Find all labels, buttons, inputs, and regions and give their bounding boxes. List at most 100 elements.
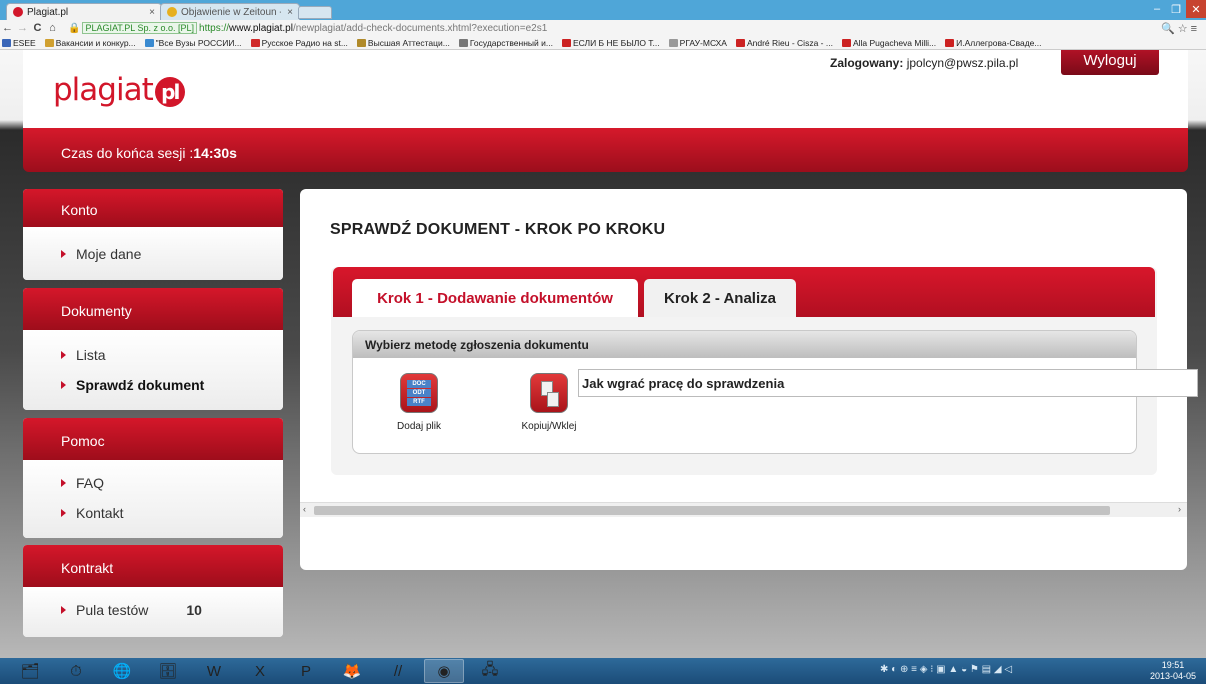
ev-certificate-badge: PLAGIAT.PL Sp. z o.o. [PL]: [82, 22, 198, 34]
bookmark-label: Вакансии и конкур...: [55, 37, 136, 48]
sidebar-item-faq[interactable]: FAQ: [23, 468, 283, 498]
scroll-right-arrow-icon[interactable]: ›: [1178, 504, 1181, 514]
tab-close-icon[interactable]: ×: [143, 7, 155, 18]
sidebar-panel-kontrakt: Kontrakt Pula testów 10: [23, 545, 283, 637]
browser-tab-plagiat[interactable]: Plagiat.pl ×: [6, 3, 162, 20]
new-tab-button[interactable]: [298, 6, 332, 19]
bookmark-item[interactable]: И.Аллегрова-Сваде...: [945, 38, 1042, 48]
taskbar-app-icon[interactable]: 🌐: [102, 659, 142, 683]
taskbar-app-icon[interactable]: //: [378, 659, 418, 683]
method-label: Dodaj plik: [397, 421, 441, 432]
bookmark-item[interactable]: Вакансии и конкур...: [44, 37, 136, 48]
url-path: /newplagiat/add-check-documents.xhtml?ex…: [292, 22, 548, 34]
login-label: Zalogowany:: [830, 56, 904, 70]
bookmark-item[interactable]: "Все Вузы РОССИИ...: [144, 38, 242, 48]
logo-text: plagiat: [53, 72, 154, 108]
login-user: jpolcyn@pwsz.pila.pl: [906, 56, 1019, 70]
bookmark-favicon-icon: [2, 38, 11, 47]
panel-title-kontrakt: Kontrakt: [23, 545, 283, 587]
taskbar-app-icon[interactable]: ⏱: [56, 659, 96, 683]
taskbar-app-icon[interactable]: 🗄: [148, 659, 188, 683]
bookmark-favicon-icon: [250, 38, 260, 47]
arrow-right-icon: [61, 351, 66, 359]
scroll-left-arrow-icon[interactable]: ‹: [303, 504, 306, 514]
sidebar-item-label: Sprawdź dokument: [76, 377, 205, 393]
sidebar-item-kontakt[interactable]: Kontakt: [23, 498, 283, 528]
bookmark-item[interactable]: ЕСЛИ Б НЕ БЫЛО Т...: [561, 37, 660, 48]
plagiat-logo[interactable]: plagiat pl: [53, 72, 185, 108]
sidebar-item-pula-testow[interactable]: Pula testów 10: [23, 595, 283, 625]
tab-krok-1[interactable]: Krok 1 - Dodawanie dokumentów: [352, 279, 638, 317]
logo-badge: pl: [154, 76, 185, 107]
system-tray[interactable]: ✱ ◐ ⊕ ≡ ◈ ⁝ ▣ ▲ ◒ ⚑ ▤ ◢ ◁: [880, 664, 1012, 675]
taskbar-app-icon[interactable]: X: [240, 659, 280, 683]
sidebar-panel-pomoc: Pomoc FAQ Kontakt: [23, 418, 283, 538]
scrollbar-thumb[interactable]: [314, 506, 1110, 515]
arrow-right-icon: [61, 606, 66, 614]
url-field[interactable]: 🔒 PLAGIAT.PL Sp. z o.o. [PL] https:// ww…: [68, 22, 547, 34]
minimize-button[interactable]: –: [1146, 0, 1168, 18]
taskbar-app-icon[interactable]: ◉: [424, 659, 464, 683]
login-info: Zalogowany: jpolcyn@pwsz.pila.pl: [830, 56, 1018, 70]
back-button[interactable]: ←: [0, 22, 15, 34]
browser-tab-strip: Plagiat.pl × Objawienie w Zeitoun - St ×…: [0, 0, 1206, 20]
sidebar-item-moje-dane[interactable]: Moje dane: [23, 239, 283, 269]
bookmark-item[interactable]: Высшая Аттестаци...: [356, 38, 450, 48]
reload-button[interactable]: C: [30, 22, 45, 34]
add-file-button[interactable]: DOC ODT RTF Dodaj plik: [379, 373, 459, 432]
bookmark-item[interactable]: ESEE: [2, 38, 36, 48]
bookmark-item[interactable]: РГАУ-МСХА: [668, 37, 727, 48]
bookmark-favicon-icon: [561, 38, 571, 47]
tab-close-icon[interactable]: ×: [281, 7, 293, 18]
logout-button[interactable]: Wyloguj: [1061, 50, 1159, 75]
sidebar-item-label: Kontakt: [76, 505, 124, 521]
method-label: Kopiuj/Wklej: [521, 421, 577, 432]
arrow-right-icon: [61, 250, 66, 258]
bookmark-label: ЕСЛИ Б НЕ БЫЛО Т...: [572, 37, 660, 48]
clock-date: 2013-04-05: [1150, 671, 1197, 681]
browser-tab-objawienie[interactable]: Objawienie w Zeitoun - St ×: [160, 3, 300, 20]
format-label: ODT: [407, 389, 431, 397]
sidebar-item-label: Pula testów: [76, 602, 149, 618]
format-label: RTF: [407, 398, 431, 406]
lock-icon: 🔒: [68, 22, 81, 34]
taskbar-app-icon[interactable]: W: [194, 659, 234, 683]
panel-title-dokumenty: Dokumenty: [23, 288, 283, 330]
bookmark-favicon-icon: [668, 38, 678, 47]
bookmark-label: ESEE: [13, 37, 36, 48]
sidebar-item-sprawdz-dokument[interactable]: Sprawdź dokument: [23, 370, 283, 400]
horizontal-scrollbar[interactable]: ‹ ›: [300, 502, 1187, 517]
bookmark-label: André Rieu - Cisza - ...: [746, 37, 833, 48]
tab-title: Objawienie w Zeitoun - St: [181, 6, 281, 18]
address-bar: ← → C ⌂ 🔒 PLAGIAT.PL Sp. z o.o. [PL] htt…: [0, 20, 1206, 36]
bookmark-label: Государственный и...: [469, 37, 553, 48]
url-host: www.plagiat.pl: [229, 22, 293, 34]
tab-krok-2[interactable]: Krok 2 - Analiza: [644, 279, 796, 317]
bookmark-item[interactable]: Alla Pugacheva Milli...: [841, 38, 936, 48]
windows-taskbar: 🗂 ⏱ 🌐 🗄 W X P 🦊//◉ 🖧 ✱ ◐ ⊕ ≡ ◈ ⁝ ▣ ▲ ◒ ⚑ ▤ ◢ ◁ 1…: [0, 658, 1206, 684]
taskbar-app-icon[interactable]: 🗂: [10, 659, 50, 683]
clock-time: 19:51: [1161, 660, 1185, 670]
bookmark-favicon-icon: [841, 38, 851, 47]
forward-button[interactable]: →: [15, 22, 30, 34]
taskbar-app-icon[interactable]: P: [286, 659, 326, 683]
browser-menu-icons[interactable]: 🔍☆≡: [1161, 22, 1200, 35]
maximize-button[interactable]: ❐: [1166, 0, 1186, 18]
bookmark-item[interactable]: Государственный и...: [458, 37, 553, 48]
plagiat-favicon-icon: [13, 7, 23, 17]
taskbar-app-icon[interactable]: 🦊: [332, 659, 372, 683]
sidebar-item-label: Moje dane: [76, 246, 142, 262]
bookmark-item[interactable]: Русское Радио на st...: [250, 38, 348, 48]
sidebar-item-lista[interactable]: Lista: [23, 340, 283, 370]
home-button[interactable]: ⌂: [45, 22, 60, 34]
page-viewport: plagiat pl Zalogowany: jpolcyn@pwsz.pila.…: [0, 50, 1206, 658]
close-window-button[interactable]: ✕: [1186, 0, 1206, 18]
taskbar-apps: 🗂 ⏱ 🌐 🗄 W X P 🦊//◉ 🖧: [0, 659, 510, 683]
arrow-right-icon: [61, 479, 66, 487]
bookmark-label: РГАУ-МСХА: [679, 37, 727, 48]
bookmark-item[interactable]: André Rieu - Cisza - ...: [735, 37, 833, 48]
system-clock[interactable]: 19:51 2013-04-05: [1150, 660, 1196, 682]
bookmark-favicon-icon: [458, 38, 468, 47]
taskbar-app-icon[interactable]: 🖧: [470, 659, 510, 683]
copy-paste-button[interactable]: Kopiuj/Wklej: [509, 373, 589, 432]
